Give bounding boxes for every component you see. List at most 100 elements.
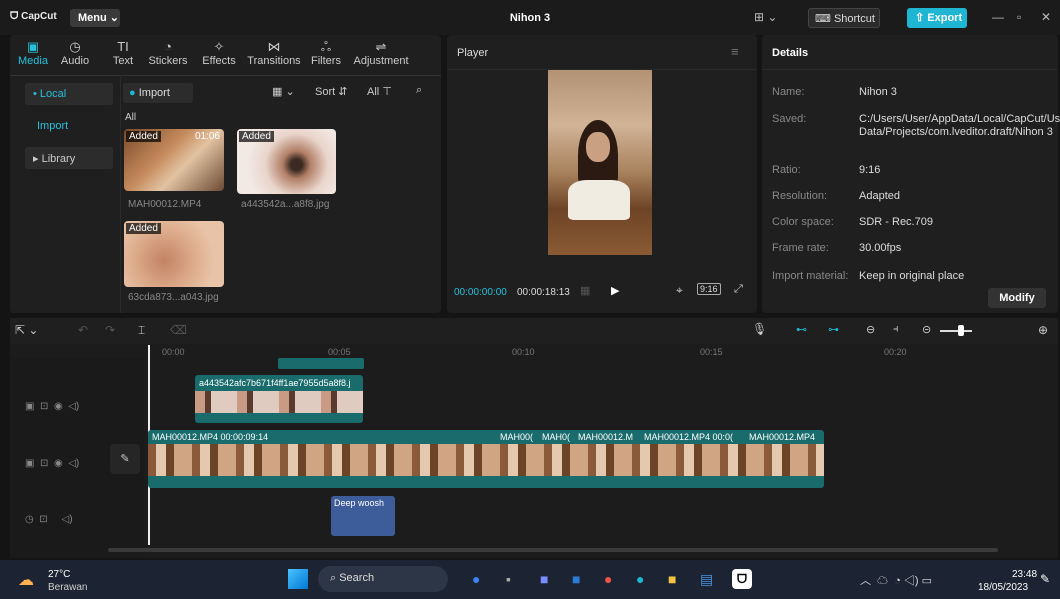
zoom-slider-handle[interactable] <box>958 325 964 336</box>
bing-icon[interactable]: ● <box>472 571 480 587</box>
preview-axis-icon[interactable]: ⊖ <box>866 323 875 336</box>
sidebar-item-library[interactable]: ▸ Library <box>25 147 113 169</box>
search-icon[interactable]: ⌕ <box>416 84 422 97</box>
link-icon[interactable]: ⊶ <box>828 323 839 336</box>
tab-transitions[interactable]: ⋈ Transitions <box>246 39 302 67</box>
detail-label: Resolution: <box>772 190 828 202</box>
zoom-in-icon[interactable]: ⊕ <box>1038 323 1048 337</box>
timeline-ruler[interactable]: 00:00 00:05 00:10 00:15 00:20 <box>148 345 1058 359</box>
tab-filters[interactable]: ஃ Filters <box>303 39 349 67</box>
chat-icon[interactable]: ■ <box>540 571 548 587</box>
main-clip-segment-label[interactable]: MAH00012.MP4 00:0( <box>644 432 733 442</box>
word-icon[interactable]: ■ <box>572 571 580 587</box>
align-icon[interactable]: ⫞ <box>893 323 899 336</box>
media-thumb-eye[interactable]: Added <box>237 129 336 194</box>
tab-audio[interactable]: ◷ Audio <box>52 39 98 67</box>
track-controls-main[interactable]: ▣ ⊡ ◉ ◁) <box>25 458 79 469</box>
main-clip-segment-label[interactable]: MAH00012.M <box>578 432 633 442</box>
clip-marker[interactable] <box>278 358 364 369</box>
split-icon[interactable]: ⌶ <box>138 323 145 338</box>
notification-icon[interactable]: ✎ <box>1040 572 1050 586</box>
tab-label: Adjustment <box>353 55 409 67</box>
taskbar-search[interactable]: ⌕ Search <box>318 566 448 592</box>
redo-icon[interactable]: ↷ <box>105 323 115 337</box>
current-time: 00:00:00:00 <box>454 287 507 298</box>
timeline-scrollbar[interactable] <box>108 548 998 552</box>
overlay-clip[interactable]: a443542afc7b671f4ff1ae7955d5a8f8.j <box>195 375 363 423</box>
tab-label: Media <box>18 55 48 67</box>
menu-button[interactable]: Menu ⌄ <box>70 9 120 27</box>
player-menu-icon[interactable]: ≡ <box>731 44 739 59</box>
video-preview <box>548 70 652 255</box>
maximize-icon[interactable]: ▫ <box>1017 10 1021 24</box>
detail-value: C:/Users/User/AppData/Local/CapCut/User … <box>859 113 1060 138</box>
modify-button[interactable]: Modify <box>988 288 1046 308</box>
layout-icon[interactable]: ⊞ ⌄ <box>754 10 777 24</box>
fullscreen-icon[interactable]: ⤢ <box>734 283 743 296</box>
tab-effects[interactable]: ✧ Effects <box>196 39 242 67</box>
view-toggle-icon[interactable]: ▦ ⌄ <box>272 85 295 98</box>
title-bar: ᗜ CapCut Menu ⌄ Nihon 3 ⊞ ⌄ ⌨ Shortcut ⇧… <box>0 0 1060 35</box>
select-tool-icon[interactable]: ⇱ ⌄ <box>15 323 38 337</box>
all-label: All <box>125 112 137 123</box>
main-clip-segment-label[interactable]: MAH0( <box>542 432 570 442</box>
tab-label: Text <box>112 55 134 67</box>
media-thumb-skin[interactable]: Added <box>124 221 224 287</box>
main-clip-segment-label[interactable]: MAH00012.MP4 <box>749 432 815 442</box>
weather-temp[interactable]: 27°C <box>48 569 70 580</box>
transitions-icon: ⋈ <box>267 39 281 54</box>
clock-date[interactable]: 18/05/2023 <box>978 582 1028 593</box>
tab-media[interactable]: ▣ Media <box>10 39 56 67</box>
main-clip-segment-label[interactable]: MAH00( <box>500 432 533 442</box>
zoom-slider[interactable] <box>940 330 972 332</box>
added-badge: Added <box>239 131 274 142</box>
sidebar-item-local[interactable]: • Local <box>25 83 113 105</box>
task-view-icon[interactable]: ▪ <box>506 571 511 587</box>
tab-stickers[interactable]: ◔ Stickers <box>145 39 191 67</box>
tab-adjustment[interactable]: ⇌ Adjustment <box>351 39 411 67</box>
delete-icon[interactable]: ⌫ <box>170 323 187 337</box>
grid-icon[interactable]: ▦ <box>580 284 590 297</box>
total-time: 00:00:18:13 <box>517 287 570 298</box>
play-icon[interactable]: ▶ <box>611 284 619 297</box>
details-title: Details <box>772 47 809 59</box>
undo-icon[interactable]: ↶ <box>78 323 88 337</box>
fit-icon[interactable]: ⌖ <box>676 283 683 298</box>
close-icon[interactable]: ✕ <box>1041 10 1051 24</box>
sidebar-item-import[interactable]: Import <box>25 115 113 137</box>
track-controls-audio[interactable]: ◷ ⊡ ◁) <box>25 514 73 525</box>
tab-label: Effects <box>202 55 236 67</box>
ratio-button[interactable]: 9:16 <box>697 283 721 295</box>
export-button[interactable]: ⇧ Export <box>907 8 967 28</box>
clock-time[interactable]: 23:48 <box>1012 569 1037 580</box>
capcut-taskbar-icon[interactable]: ᗜ <box>732 569 752 589</box>
tab-text[interactable]: TI Text <box>100 39 146 67</box>
media-thumb-video[interactable]: Added 01:06 <box>124 129 224 191</box>
cover-edit-icon[interactable]: ✎ <box>110 444 140 474</box>
import-button[interactable]: ● Import <box>123 83 193 103</box>
added-badge: Added <box>126 223 161 234</box>
media-name: MAH00012.MP4 <box>128 199 202 210</box>
tray-icons[interactable]: ︿ ☁ ◔ ◁) ▭ <box>860 572 932 588</box>
track-controls-overlay[interactable]: ▣ ⊡ ◉ ◁) <box>25 401 79 412</box>
minimize-icon[interactable]: — <box>992 10 1004 24</box>
microphone-icon[interactable]: 🎙 <box>752 322 767 336</box>
ruler-tick: 00:10 <box>512 347 535 357</box>
added-badge: Added <box>126 131 161 142</box>
zoom-out-icon[interactable]: ⊝ <box>922 323 931 336</box>
audio-clip[interactable]: Deep woosh <box>331 496 395 536</box>
file-explorer-icon[interactable]: ■ <box>668 571 676 587</box>
start-button[interactable] <box>288 569 308 589</box>
text-icon: TI <box>117 39 129 54</box>
detail-value: Keep in original place <box>859 270 965 282</box>
shortcut-button[interactable]: ⌨ Shortcut <box>808 8 880 28</box>
magnet-icon[interactable]: ⊷ <box>796 323 807 336</box>
detail-label: Frame rate: <box>772 242 829 254</box>
edge-icon[interactable]: ● <box>636 571 644 587</box>
filter-all-button[interactable]: All ⊤ <box>367 85 392 98</box>
chrome-icon[interactable]: ● <box>604 571 612 587</box>
notepad-icon[interactable]: ▤ <box>700 571 713 588</box>
overlay-clip-label: a443542afc7b671f4ff1ae7955d5a8f8.j <box>199 378 351 388</box>
weather-desc[interactable]: Berawan <box>48 582 87 593</box>
sort-button[interactable]: Sort ⇵ <box>315 85 347 98</box>
